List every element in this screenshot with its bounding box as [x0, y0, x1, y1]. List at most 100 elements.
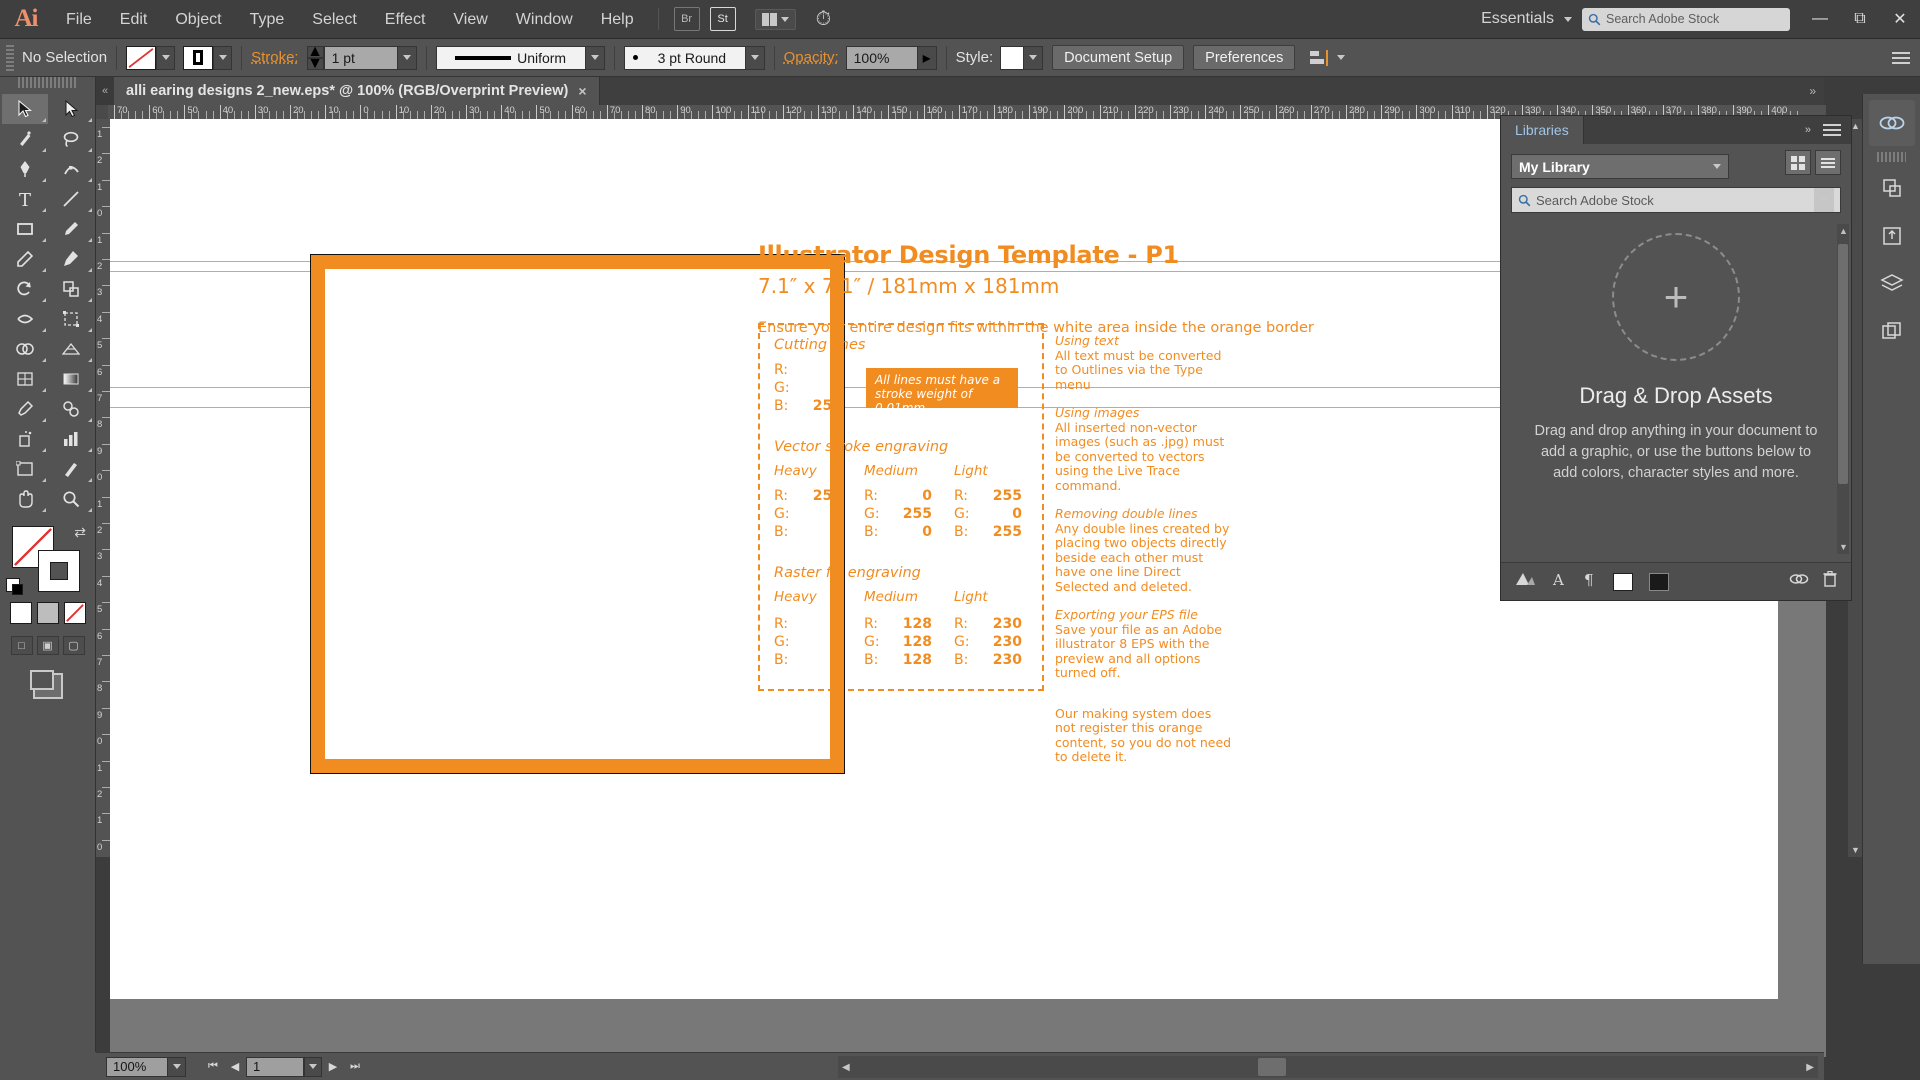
- fill-swatch[interactable]: [126, 46, 156, 70]
- tool-rotate[interactable]: [2, 274, 48, 304]
- menu-file[interactable]: File: [52, 0, 106, 39]
- tool-selection[interactable]: [2, 94, 48, 124]
- tool-gradient[interactable]: [48, 364, 94, 394]
- draw-normal-button[interactable]: □: [11, 636, 33, 655]
- next-artboard-button[interactable]: ▶: [322, 1057, 344, 1077]
- export-panel-icon[interactable]: [1870, 214, 1914, 258]
- scroll-left-icon[interactable]: ◀: [842, 1062, 850, 1073]
- graphic-style-swatch[interactable]: [1000, 46, 1024, 70]
- tool-pen[interactable]: [2, 154, 48, 184]
- tool-width[interactable]: [2, 304, 48, 334]
- canvas-horizontal-scrollbar[interactable]: ◀ ▶: [838, 1056, 1818, 1078]
- graphic-style-control[interactable]: [1000, 46, 1043, 70]
- stroke-color-control[interactable]: [183, 46, 232, 70]
- tool-direct-selection[interactable]: [48, 94, 94, 124]
- stroke-swatch[interactable]: [183, 46, 213, 70]
- library-dropzone[interactable]: + Drag & Drop Assets Drag and drop anyth…: [1511, 233, 1841, 484]
- add-paragraph-style-icon[interactable]: ¶: [1583, 571, 1597, 592]
- library-search-dropdown[interactable]: [1814, 188, 1834, 212]
- menu-window[interactable]: Window: [502, 0, 587, 39]
- window-minimize-button[interactable]: —: [1800, 0, 1840, 39]
- opacity-value[interactable]: 100%: [846, 46, 918, 70]
- screen-mode-button[interactable]: [33, 673, 63, 699]
- default-fill-stroke-icon[interactable]: [6, 578, 20, 592]
- add-asset-plus-icon[interactable]: +: [1612, 233, 1740, 361]
- grid-view-button[interactable]: [1785, 150, 1811, 175]
- stroke-label[interactable]: Stroke:: [251, 49, 299, 66]
- scrollbar-thumb[interactable]: [1838, 244, 1848, 484]
- align-control[interactable]: [1309, 49, 1345, 67]
- scroll-right-icon[interactable]: ▶: [1806, 1062, 1814, 1073]
- menu-effect[interactable]: Effect: [371, 0, 440, 39]
- window-close-button[interactable]: ✕: [1880, 0, 1920, 39]
- panel-menu-icon[interactable]: [1823, 124, 1841, 136]
- brush-definition-control[interactable]: 3 pt Round: [624, 46, 765, 70]
- arrange-documents-button[interactable]: [755, 9, 796, 30]
- gradient-button[interactable]: [37, 602, 59, 624]
- stepper-down-icon[interactable]: ▼: [307, 58, 324, 70]
- sync-settings-icon[interactable]: ⏱: [816, 8, 832, 31]
- bridge-button[interactable]: Br: [674, 7, 700, 31]
- tool-paintbrush[interactable]: [48, 214, 94, 244]
- opacity-label[interactable]: Opacity:: [784, 49, 839, 66]
- tool-blob-brush[interactable]: [48, 244, 94, 274]
- delete-icon[interactable]: [1823, 571, 1837, 592]
- panel-menu-icon[interactable]: [1892, 52, 1910, 64]
- toolbar-grip[interactable]: [18, 77, 77, 88]
- style-dropdown-arrow[interactable]: [1024, 46, 1043, 70]
- tabbar-right-arrows[interactable]: »: [1809, 77, 1824, 105]
- tool-eyedropper[interactable]: [2, 394, 48, 424]
- tool-hand[interactable]: [2, 484, 48, 514]
- stock-search-input[interactable]: Search Adobe Stock: [1582, 8, 1790, 31]
- draw-inside-button[interactable]: ▢: [63, 636, 85, 655]
- tool-rectangle[interactable]: [2, 214, 48, 244]
- layers-panel-icon[interactable]: [1870, 262, 1914, 306]
- document-setup-button[interactable]: Document Setup: [1052, 45, 1184, 70]
- tabbar-left-arrows[interactable]: «: [96, 77, 114, 105]
- menu-view[interactable]: View: [439, 0, 501, 39]
- align-chevron-icon[interactable]: [1337, 55, 1345, 60]
- scroll-down-icon[interactable]: ▼: [1851, 845, 1860, 855]
- collapse-panel-icon[interactable]: »: [1805, 124, 1811, 136]
- add-fill-color-icon[interactable]: [1613, 573, 1633, 591]
- cc-libraries-dock-icon[interactable]: [1869, 100, 1915, 146]
- swap-fill-stroke-icon[interactable]: ⇄: [74, 524, 86, 541]
- optionsbar-menu[interactable]: [1892, 52, 1910, 64]
- artboard-dropdown-arrow[interactable]: [304, 1057, 322, 1077]
- scroll-up-icon[interactable]: ▲: [1839, 226, 1848, 236]
- tool-lasso[interactable]: [48, 124, 94, 154]
- libraries-scrollbar[interactable]: ▲ ▼: [1837, 224, 1849, 554]
- close-icon[interactable]: ×: [578, 83, 586, 99]
- artboards-panel-icon[interactable]: [1870, 310, 1914, 354]
- fill-color-control[interactable]: [126, 46, 175, 70]
- tool-scale[interactable]: [48, 274, 94, 304]
- scrollbar-thumb[interactable]: [1258, 1058, 1286, 1076]
- color-button[interactable]: [10, 602, 32, 624]
- stock-button[interactable]: St: [710, 7, 736, 31]
- stroke-weight-dropdown-arrow[interactable]: [398, 46, 417, 70]
- scroll-down-icon[interactable]: ▼: [1839, 542, 1848, 552]
- add-graphic-icon[interactable]: [1515, 571, 1535, 592]
- menu-object[interactable]: Object: [161, 0, 235, 39]
- stroke-weight-control[interactable]: 1 pt: [324, 46, 417, 70]
- workspace-switcher[interactable]: Essentials: [1471, 10, 1564, 28]
- library-stock-search[interactable]: Search Adobe Stock: [1511, 187, 1841, 213]
- transform-panel-icon[interactable]: [1870, 166, 1914, 210]
- brush-dropdown-arrow[interactable]: [746, 46, 765, 70]
- tool-pencil[interactable]: [2, 244, 48, 274]
- window-maximize-button[interactable]: ⧉: [1840, 0, 1880, 39]
- document-tab[interactable]: alli earing designs 2_new.eps* @ 100% (R…: [114, 77, 600, 105]
- menu-edit[interactable]: Edit: [106, 0, 162, 39]
- opacity-dropdown-arrow[interactable]: ▸: [918, 46, 937, 70]
- stroke-color-indicator[interactable]: [38, 550, 80, 592]
- none-button[interactable]: [64, 602, 86, 624]
- menu-select[interactable]: Select: [298, 0, 370, 39]
- menu-type[interactable]: Type: [236, 0, 299, 39]
- previous-artboard-button[interactable]: ◀: [224, 1057, 246, 1077]
- last-artboard-button[interactable]: ⏭: [344, 1057, 366, 1077]
- optionsbar-grip[interactable]: [6, 45, 14, 71]
- menu-help[interactable]: Help: [587, 0, 648, 39]
- tool-free-transform[interactable]: [48, 304, 94, 334]
- add-character-style-icon[interactable]: A: [1551, 571, 1567, 592]
- tool-perspective-grid[interactable]: [48, 334, 94, 364]
